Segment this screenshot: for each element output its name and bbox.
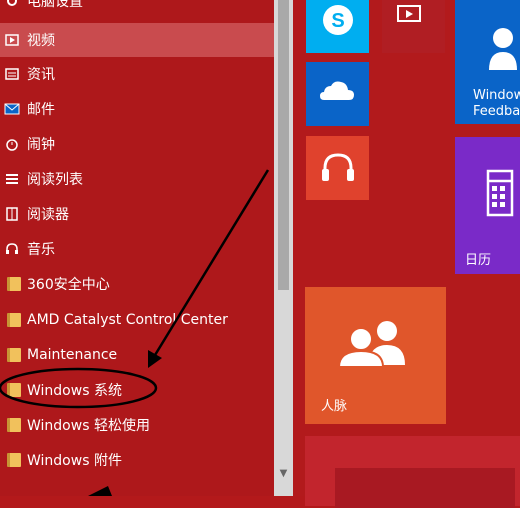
app-list-item-label: 邮件 xyxy=(27,102,55,118)
calendar-label: 日历 xyxy=(465,253,492,268)
app-list-scrollbar[interactable]: ▼ xyxy=(274,0,293,496)
video-tile-icon xyxy=(397,5,421,22)
folder-icon xyxy=(3,381,21,399)
video-icon xyxy=(3,31,21,49)
app-list-item-label: 360安全中心 xyxy=(27,277,110,293)
app-list-item-label: Windows 系统 xyxy=(27,383,122,399)
headphones-icon xyxy=(322,153,354,181)
app-list-item[interactable]: Windows 附件 xyxy=(0,443,274,477)
scrollbar-thumb[interactable] xyxy=(278,0,289,290)
app-list-item-label: 视频 xyxy=(27,33,55,49)
app-list-item-label: Windows 轻松使用 xyxy=(27,418,150,434)
app-list-item[interactable]: AMD Catalyst Control Center xyxy=(0,303,274,337)
app-list-item[interactable]: 电脑设置 xyxy=(0,0,274,18)
app-list-item-label: 电脑设置 xyxy=(27,0,83,10)
music-tile[interactable] xyxy=(306,136,369,200)
folder-icon xyxy=(3,416,21,434)
app-list-item[interactable]: 闹钟 xyxy=(0,127,274,161)
cloud-icon xyxy=(320,81,354,100)
app-list-item[interactable]: 视频 xyxy=(0,23,274,57)
app-list-item[interactable]: 阅读器 xyxy=(0,197,274,231)
reading-list-icon xyxy=(3,170,21,188)
app-list-item[interactable]: Windows 系统 xyxy=(0,373,274,407)
skype-icon: S xyxy=(323,5,353,35)
feedback-person-icon xyxy=(489,28,517,70)
app-list-item[interactable]: 音乐 xyxy=(0,232,274,266)
folder-icon xyxy=(3,346,21,364)
alarm-icon xyxy=(3,135,21,153)
app-list-item-label: 音乐 xyxy=(27,242,55,258)
app-list-item[interactable]: Maintenance xyxy=(0,338,274,372)
people-label: 人脉 xyxy=(321,399,348,414)
gear-icon xyxy=(3,0,21,10)
partial-tile-inner xyxy=(335,468,515,508)
folder-icon xyxy=(3,311,21,329)
mail-icon xyxy=(3,100,21,118)
app-list-item[interactable]: 360安全中心 xyxy=(0,267,274,301)
folder-icon xyxy=(3,451,21,469)
app-list-item-label: 闹钟 xyxy=(27,137,55,153)
svg-text:S: S xyxy=(331,10,344,32)
windows-feedback-tile[interactable]: Windows Feedback xyxy=(455,0,520,124)
app-list-item[interactable]: Windows 轻松使用 xyxy=(0,408,274,442)
news-icon xyxy=(3,65,21,83)
folder-icon xyxy=(3,275,21,293)
app-list-item-label: AMD Catalyst Control Center xyxy=(27,312,228,328)
start-tiles-area: S Windows Feedback xyxy=(293,0,520,508)
calendar-tile[interactable]: 日历 xyxy=(455,137,520,274)
app-list-item[interactable]: 阅读列表 xyxy=(0,162,274,196)
app-list-item-label: 阅读列表 xyxy=(27,172,83,188)
app-list-item-label: 资讯 xyxy=(27,67,55,83)
headphones-icon xyxy=(3,240,21,258)
windows-feedback-label: Windows Feedback xyxy=(473,88,520,119)
app-list-item-label: 阅读器 xyxy=(27,207,69,223)
app-list-item[interactable]: 资讯 xyxy=(0,57,274,91)
onedrive-tile[interactable] xyxy=(306,62,369,126)
people-tile[interactable]: 人脉 xyxy=(305,287,446,424)
app-list-item-label: Maintenance xyxy=(27,347,118,363)
start-menu-app-list: 电脑设置视频资讯邮件闹钟阅读列表阅读器音乐 360安全中心 AMD Catalyst… xyxy=(0,0,274,496)
skype-tile[interactable]: S xyxy=(306,0,369,53)
video-tile[interactable] xyxy=(382,0,445,53)
reader-icon xyxy=(3,205,21,223)
scroll-down-arrow-icon[interactable]: ▼ xyxy=(277,467,290,480)
app-list-item-label: Windows 附件 xyxy=(27,453,122,469)
app-list-item[interactable]: 邮件 xyxy=(0,92,274,126)
